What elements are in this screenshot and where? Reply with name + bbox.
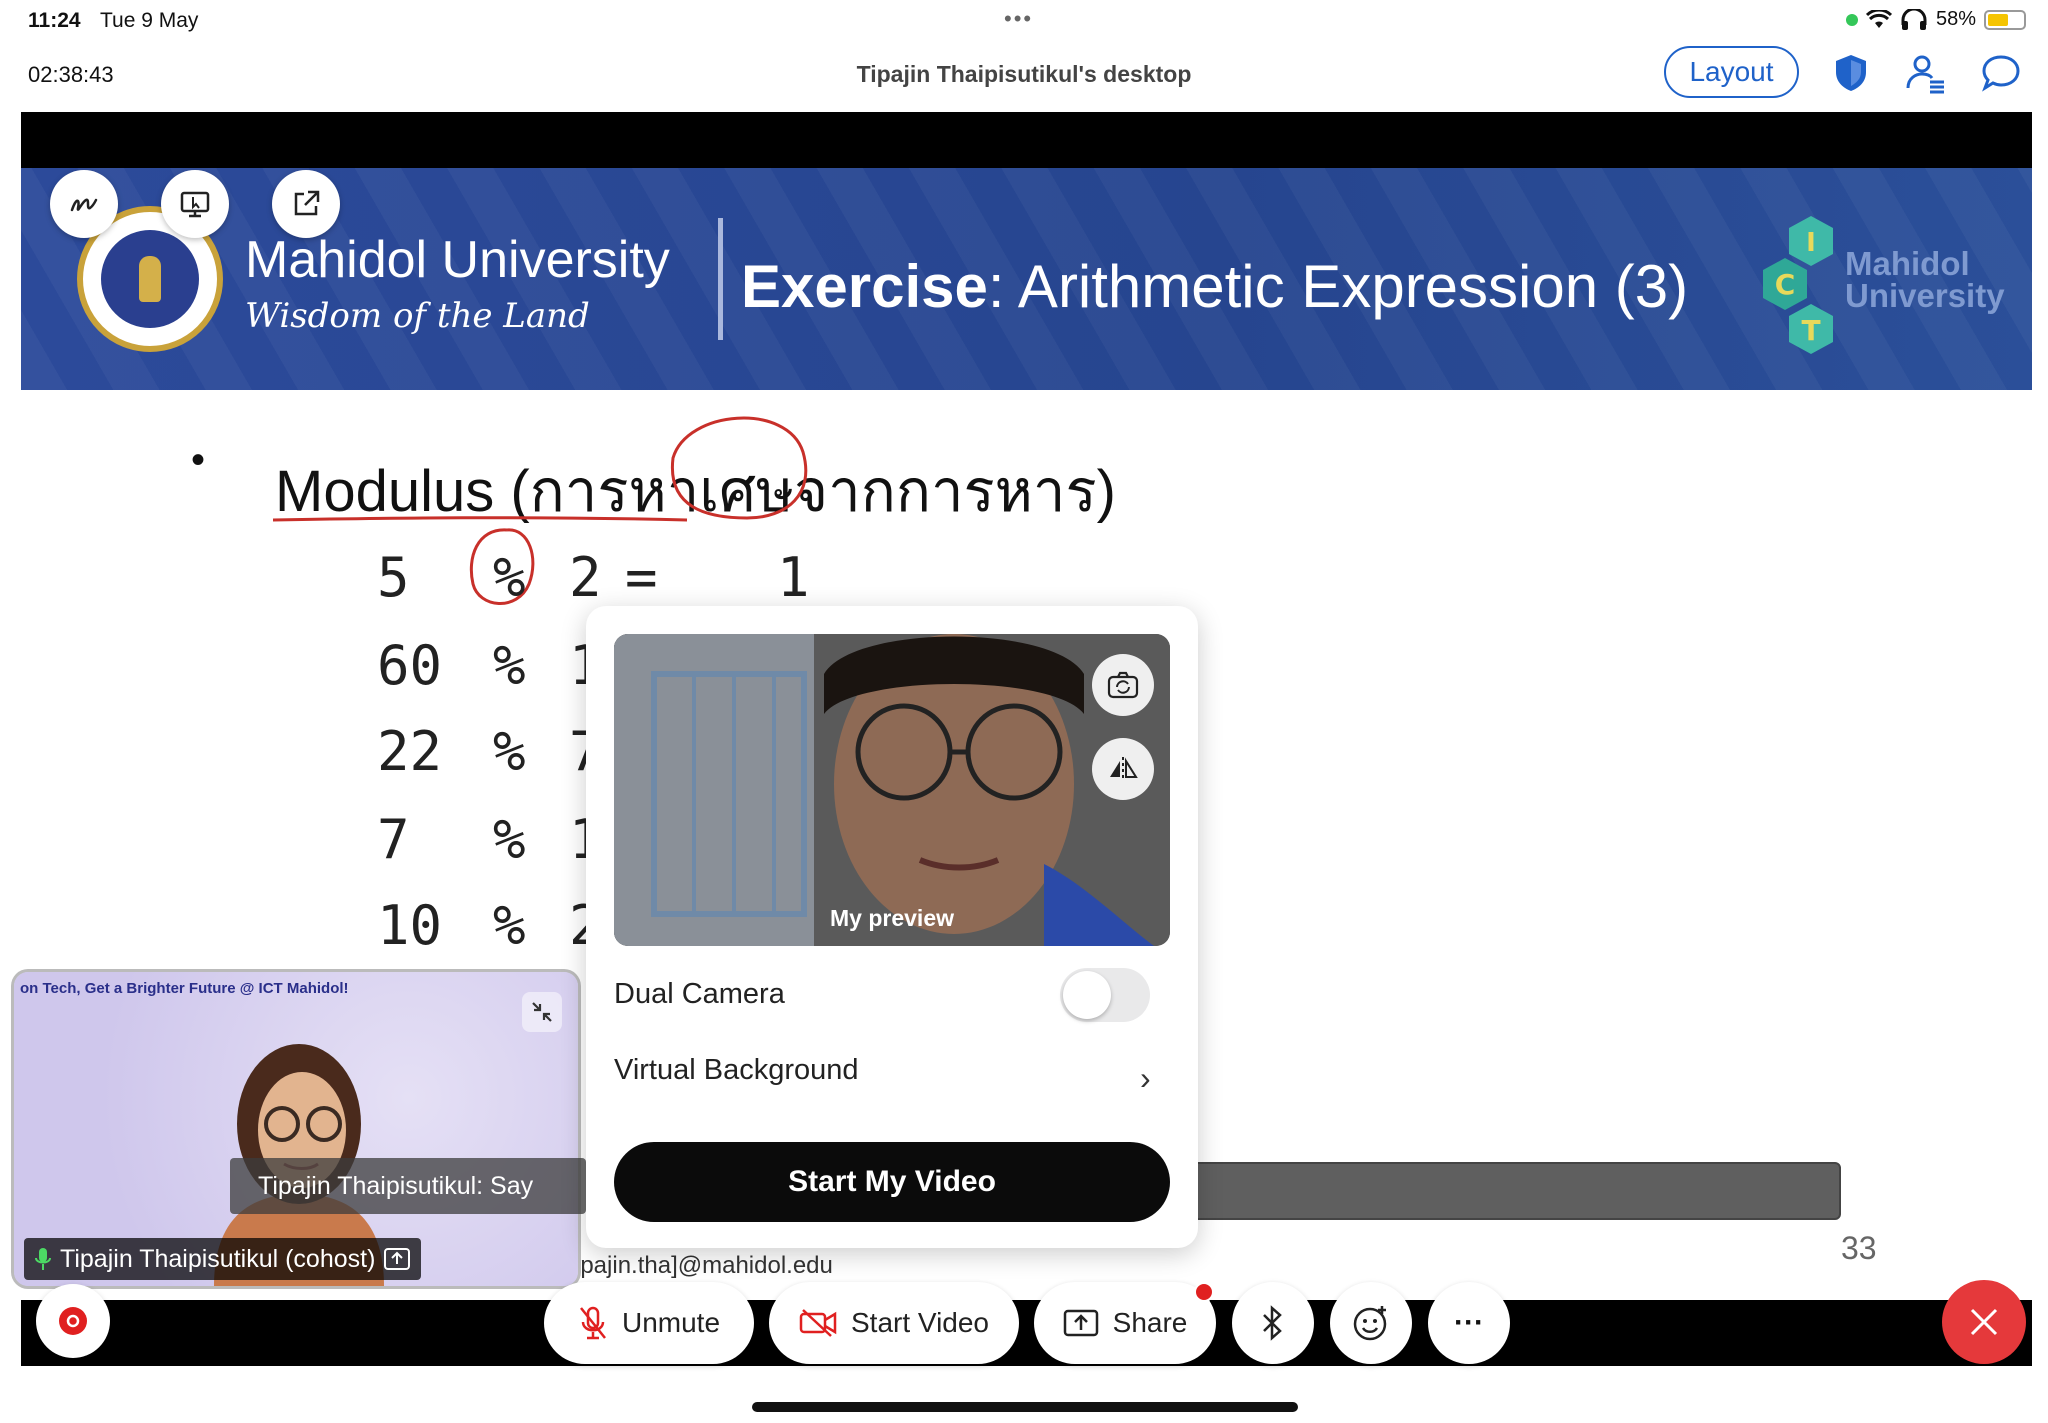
video-off-icon bbox=[799, 1309, 837, 1337]
expression-row-5: 10 bbox=[377, 894, 443, 957]
expression-row-3: 22 bbox=[377, 720, 443, 783]
share-out-icon bbox=[294, 190, 320, 216]
switch-camera-icon bbox=[1107, 671, 1139, 699]
share-notification-dot bbox=[1194, 1282, 1214, 1302]
layout-button[interactable]: Layout bbox=[1664, 46, 1799, 98]
ict-text: Mahidol University bbox=[1845, 245, 2005, 314]
start-my-video-button[interactable]: Start My Video bbox=[614, 1142, 1170, 1222]
annotate-icon bbox=[70, 198, 98, 212]
chat-icon[interactable] bbox=[1980, 52, 2022, 94]
remote-control-button[interactable] bbox=[161, 170, 229, 238]
slide-page-number: 33 bbox=[1841, 1230, 1877, 1266]
meeting-toolbar bbox=[21, 1300, 2032, 1366]
my-preview-video: My preview bbox=[614, 634, 1170, 946]
battery-icon bbox=[1984, 9, 2026, 30]
live-caption: Tipajin Thaipisutikul: Say bbox=[230, 1158, 586, 1214]
slide-bullet: • bbox=[191, 438, 206, 482]
bluetooth-icon bbox=[1263, 1305, 1282, 1341]
header-divider bbox=[718, 218, 723, 340]
mic-muted-icon bbox=[579, 1306, 606, 1340]
status-right: 58% bbox=[1845, 8, 2026, 31]
leave-meeting-button[interactable] bbox=[1942, 1280, 2026, 1364]
svg-text:T: T bbox=[1801, 314, 1820, 347]
university-motto: Wisdom of the Land bbox=[245, 296, 590, 336]
wifi-icon bbox=[1865, 9, 1892, 28]
start-video-label: Start Video bbox=[850, 1307, 990, 1338]
letterbox-band bbox=[21, 112, 2032, 168]
chevron-right-icon: › bbox=[1140, 1060, 1151, 1096]
video-options-popover: My preview Dual Camera Virtual Backgroun… bbox=[586, 606, 1198, 1248]
slide-email: ipajin.tha]@mahidol.edu bbox=[575, 1252, 833, 1279]
multitasking-dots-icon[interactable]: ••• bbox=[1004, 6, 1033, 32]
participant-name-tag: Tipajin Thaipisutikul (cohost) bbox=[24, 1238, 422, 1280]
more-button[interactable]: ··· bbox=[1428, 1282, 1510, 1364]
mirror-video-button[interactable] bbox=[1092, 738, 1154, 800]
bluetooth-button[interactable] bbox=[1232, 1282, 1314, 1364]
battery-fill bbox=[1988, 13, 2008, 26]
mic-active-icon bbox=[35, 1248, 51, 1270]
expression-row-1: 5 bbox=[377, 546, 410, 609]
camera-preview-image bbox=[614, 634, 1170, 946]
home-indicator[interactable] bbox=[752, 1402, 1298, 1412]
participant-name: Tipajin Thaipisutikul (cohost) bbox=[60, 1244, 376, 1273]
unmute-label: Unmute bbox=[621, 1307, 721, 1338]
collapse-icon bbox=[532, 1002, 552, 1022]
share-out-button[interactable] bbox=[272, 170, 340, 238]
expression-row-4: 7 bbox=[377, 808, 410, 871]
participant-background-text: on Tech, Get a Brighter Future @ ICT Mah… bbox=[20, 980, 349, 997]
battery-percent: 58% bbox=[1935, 8, 1976, 30]
shield-icon[interactable] bbox=[1830, 52, 1872, 94]
meeting-top-bar: 02:38:43 Tipajin Thaipisutikul's desktop… bbox=[0, 44, 2048, 112]
close-icon bbox=[1970, 1308, 1998, 1336]
svg-text:I: I bbox=[1806, 228, 1816, 258]
mirror-icon bbox=[1110, 757, 1138, 781]
annotate-button[interactable] bbox=[50, 170, 118, 238]
status-time: 11:24 bbox=[28, 9, 81, 32]
expression-row-2: 60 bbox=[377, 634, 443, 697]
share-label: Share bbox=[1112, 1307, 1188, 1338]
share-screen-icon bbox=[1063, 1309, 1098, 1337]
screen-share-badge-icon bbox=[384, 1248, 411, 1270]
reaction-smiley-icon bbox=[1353, 1306, 1387, 1341]
slide-title: Exercise: Arithmetic Expression (3) bbox=[741, 253, 1689, 320]
dual-camera-toggle-knob bbox=[1063, 971, 1111, 1019]
share-button[interactable]: Share bbox=[1034, 1282, 1216, 1364]
camera-in-use-dot-icon bbox=[1845, 13, 1858, 26]
start-video-button[interactable]: Start Video bbox=[769, 1282, 1019, 1364]
dual-camera-label: Dual Camera bbox=[614, 978, 785, 1010]
remote-control-icon bbox=[180, 191, 210, 218]
unmute-button[interactable]: Unmute bbox=[544, 1282, 754, 1364]
record-icon bbox=[59, 1307, 87, 1335]
dual-camera-toggle[interactable] bbox=[1060, 968, 1150, 1022]
virtual-background-item[interactable]: Virtual Background bbox=[614, 1054, 859, 1087]
my-preview-label: My preview bbox=[830, 905, 954, 931]
status-date: Tue 9 May bbox=[100, 9, 199, 32]
reactions-button[interactable] bbox=[1330, 1282, 1412, 1364]
participants-icon[interactable] bbox=[1904, 52, 1946, 94]
status-bar: 11:24 Tue 9 May ••• 58% bbox=[0, 0, 2048, 44]
switch-camera-button[interactable] bbox=[1092, 654, 1154, 716]
university-name: Mahidol University bbox=[245, 231, 670, 289]
svg-text:C: C bbox=[1775, 268, 1796, 301]
record-button[interactable] bbox=[36, 1284, 110, 1358]
collapse-tile-button[interactable] bbox=[522, 992, 562, 1032]
headphones-icon bbox=[1901, 8, 1927, 30]
caption-bar bbox=[1186, 1162, 1841, 1220]
